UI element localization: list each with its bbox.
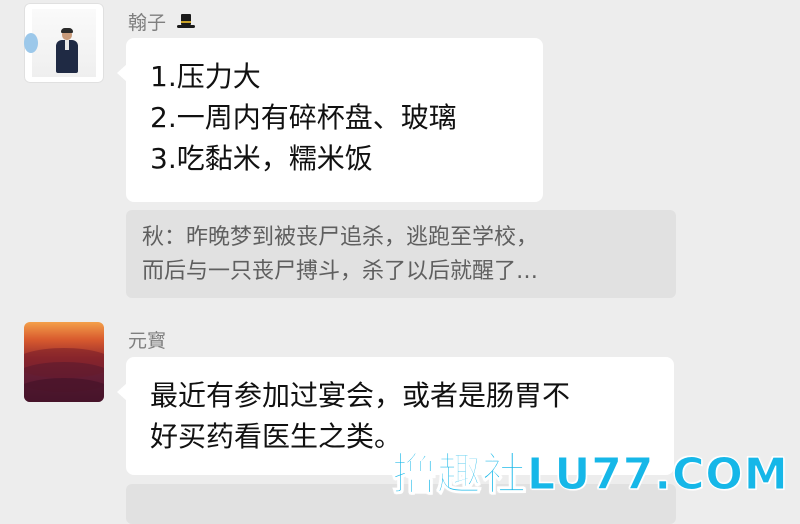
sender-name-text: 元寳	[128, 330, 167, 352]
message-line: 1.压力大	[150, 60, 261, 93]
message-line: 3.吃黏米，糯米饭	[150, 142, 373, 175]
top-hat-icon	[176, 12, 196, 35]
message-line: 最近有参加过宴会，或者是肠胃不	[150, 379, 571, 412]
sender-name: 翰子	[128, 8, 196, 35]
sender-name-text: 翰子	[128, 12, 167, 34]
sender-name: 元寳	[128, 326, 166, 353]
avatar-person-figure	[56, 28, 78, 73]
quoted-message[interactable]: 秋：昨晚梦到被丧尸追杀，逃跑至学校， 而后与一只丧尸搏斗，杀了以后就醒了…	[126, 210, 676, 298]
watermark: 撸趣社LU77.COM	[392, 449, 789, 501]
message-bubble[interactable]: 1.压力大 2.一周内有碎杯盘、玻璃 3.吃黏米，糯米饭	[117, 38, 543, 202]
chat-area: 翰子 1.压力大 2.一周内有碎杯盘、玻璃 3.吃黏米，糯米饭 秋：昨晚梦到被丧…	[0, 0, 800, 524]
message-line: 2.一周内有碎杯盘、玻璃	[150, 101, 457, 134]
quote-line: 而后与一只丧尸搏斗，杀了以后就醒了…	[142, 259, 539, 284]
sender-avatar-hanzi[interactable]	[24, 3, 104, 83]
sender-avatar-yuanbao[interactable]	[24, 322, 104, 402]
avatar-landscape-layer	[24, 378, 104, 402]
quote-line: 秋：昨晚梦到被丧尸追杀，逃跑至学校，	[142, 225, 539, 250]
avatar-decoration	[24, 33, 38, 53]
